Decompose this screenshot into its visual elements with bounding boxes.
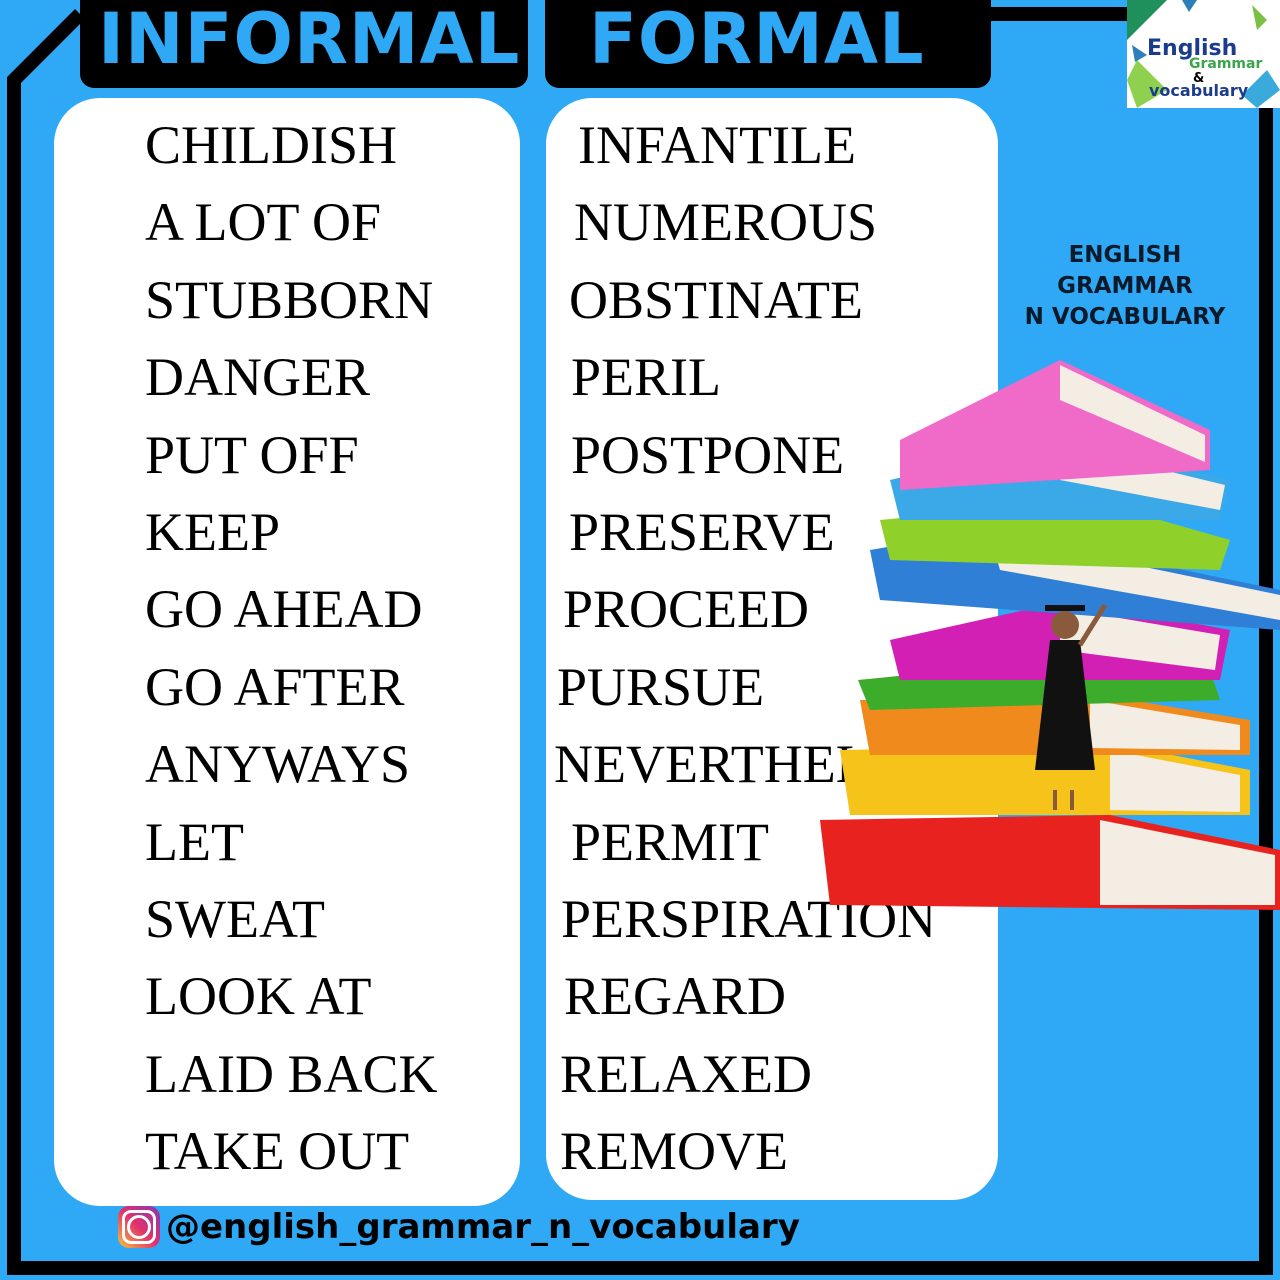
informal-word: STUBBORN [145,269,434,330]
formal-word: PRESERVE [569,502,835,562]
informal-word: TAKE OUT [145,1121,410,1182]
formal-word: REMOVE [560,1121,788,1182]
informal-word: ANYWAYS [145,734,411,795]
formal-word: NUMEROUS [574,192,878,253]
informal-word: A LOT OF [145,192,382,253]
formal-header-label: FORMAL [589,0,925,80]
logo-graphic: English Grammar & vocabulary [1127,0,1280,108]
formal-word: INFANTILE [578,115,856,175]
formal-word: OBSTINATE [569,269,863,330]
logo-text-vocabulary: vocabulary [1149,81,1249,100]
formal-word: REGARD [564,966,787,1027]
side-caption: ENGLISH GRAMMAR N VOCABULARY [1000,240,1250,333]
book-stack-illustration [820,360,1280,910]
formal-word: RELAXED [560,1043,812,1104]
informal-word: KEEP [145,502,280,562]
side-caption-line1: ENGLISH GRAMMAR [1057,242,1193,299]
informal-word: LET [145,811,244,872]
informal-header-label: INFORMAL [98,0,521,80]
informal-header: INFORMAL [80,0,528,88]
formal-header: FORMAL [545,0,991,88]
informal-word: LAID BACK [145,1043,438,1104]
instagram-handle[interactable]: @english_grammar_n_vocabulary [118,1206,800,1248]
formal-word: PERIL [571,347,722,408]
side-caption-line2: N VOCABULARY [1024,304,1226,330]
informal-word: GO AHEAD [145,579,423,640]
informal-word: PUT OFF [145,424,359,485]
formal-word: PERMIT [571,811,770,872]
informal-word: LOOK AT [145,966,372,1027]
brand-logo: English Grammar & vocabulary [1127,0,1280,108]
informal-word: GO AFTER [145,656,405,717]
informal-word: CHILDISH [145,115,397,175]
logo-text-grammar: Grammar [1189,56,1262,72]
instagram-handle-text: @english_grammar_n_vocabulary [166,1207,800,1247]
formal-word: POSTPONE [571,424,845,485]
informal-word: SWEAT [145,889,325,949]
informal-word: DANGER [145,347,370,408]
formal-word: PURSUE [557,656,765,717]
formal-word: PROCEED [563,579,810,640]
instagram-icon [118,1206,160,1248]
informal-panel [54,98,520,1206]
